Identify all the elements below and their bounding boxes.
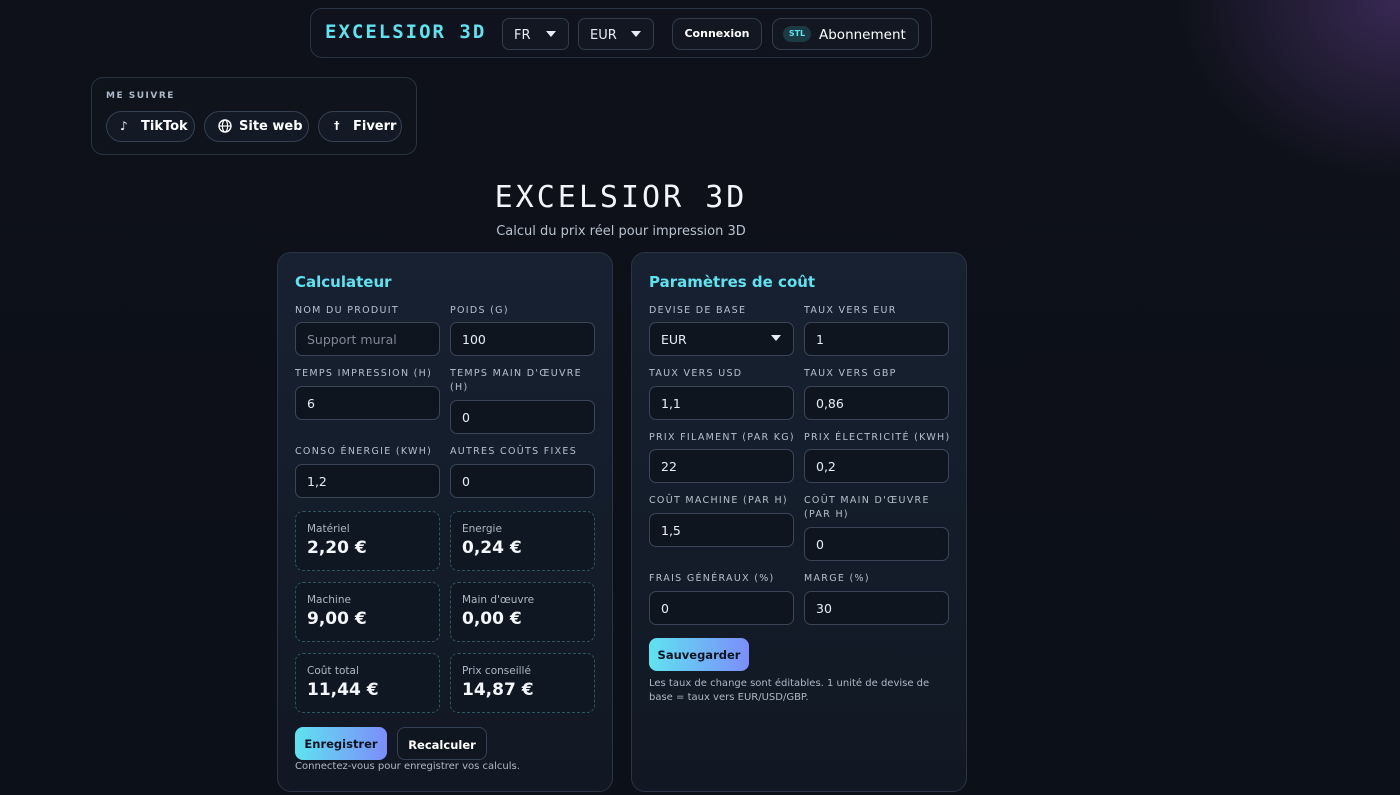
- labor-cost-input[interactable]: 0: [804, 527, 949, 561]
- overhead-input[interactable]: 0: [649, 591, 794, 625]
- filament-price-input[interactable]: 22: [649, 449, 794, 483]
- fiverr-label: Fiverr: [353, 119, 397, 134]
- rate-usd-input[interactable]: 1,1: [649, 386, 794, 420]
- result-value: 2,20 €: [307, 538, 367, 558]
- save-settings-button[interactable]: Sauvegarder: [649, 638, 749, 671]
- result-suggested-price: Prix conseillé 14,87 €: [450, 653, 595, 713]
- chevron-down-icon: [631, 31, 641, 37]
- result-label: Machine: [307, 594, 351, 606]
- electricity-price-label: PRIX ÉLECTRICITÉ (KWH): [804, 432, 951, 443]
- recalculate-button[interactable]: Recalculer: [397, 727, 487, 760]
- result-machine: Machine 9,00 €: [295, 582, 440, 642]
- rate-gbp-label: TAUX VERS GBP: [804, 368, 897, 379]
- fiverr-link[interactable]: † Fiverr: [318, 111, 402, 142]
- top-navbar: EXCELSIOR 3D FR EUR Connexion STL Abonne…: [310, 8, 932, 58]
- tiktok-label: TikTok: [141, 119, 188, 134]
- result-value: 0,24 €: [462, 538, 522, 558]
- print-time-label: TEMPS IMPRESSION (H): [295, 368, 433, 379]
- result-value: 14,87 €: [462, 680, 534, 700]
- machine-cost-label: COÛT MACHINE (PAR H): [649, 495, 788, 506]
- rate-gbp-input[interactable]: 0,86: [804, 386, 949, 420]
- globe-icon: [218, 119, 232, 136]
- calculator-title: Calculateur: [295, 273, 392, 291]
- margin-label: MARGE (%): [804, 573, 870, 584]
- subscription-label: Abonnement: [819, 27, 906, 43]
- rate-eur-input[interactable]: 1: [804, 322, 949, 356]
- labor-time-label: TEMPS MAIN D'ŒUVRE (H): [450, 368, 582, 393]
- print-time-input[interactable]: 6: [295, 386, 440, 420]
- result-total-cost: Coût total 11,44 €: [295, 653, 440, 713]
- language-select-value: FR: [514, 28, 531, 43]
- base-currency-value: EUR: [661, 332, 687, 347]
- cost-settings-card: Paramètres de coût DEVISE DE BASE EUR TA…: [631, 252, 967, 792]
- product-name-input[interactable]: Support mural: [295, 322, 440, 356]
- currency-select[interactable]: EUR: [578, 18, 654, 50]
- rate-usd-label: TAUX VERS USD: [649, 368, 743, 379]
- tiktok-link[interactable]: ♪ TikTok: [106, 111, 195, 142]
- page-title: EXCELSIOR 3D: [494, 180, 748, 215]
- energy-input[interactable]: 1,2: [295, 464, 440, 498]
- currency-select-value: EUR: [590, 28, 617, 43]
- rate-eur-label: TAUX VERS EUR: [804, 305, 897, 316]
- exchange-rate-note: Les taux de change sont éditables. 1 uni…: [649, 678, 930, 703]
- base-currency-select[interactable]: EUR: [649, 322, 794, 356]
- settings-title: Paramètres de coût: [649, 273, 816, 291]
- result-label: Prix conseillé: [462, 665, 531, 677]
- result-labor: Main d'œuvre 0,00 €: [450, 582, 595, 642]
- filament-price-label: PRIX FILAMENT (PAR KG): [649, 432, 795, 443]
- brand-logo[interactable]: EXCELSIOR 3D: [325, 21, 486, 43]
- result-value: 0,00 €: [462, 609, 522, 629]
- weight-input[interactable]: 100: [450, 322, 595, 356]
- website-link[interactable]: Site web: [204, 111, 309, 142]
- other-fixed-label: AUTRES COÛTS FIXES: [450, 446, 578, 457]
- overhead-label: FRAIS GÉNÉRAUX (%): [649, 573, 775, 584]
- weight-label: POIDS (G): [450, 305, 509, 316]
- other-fixed-input[interactable]: 0: [450, 464, 595, 498]
- energy-label: CONSO ÉNERGIE (KWH): [295, 446, 433, 457]
- website-label: Site web: [239, 119, 303, 134]
- result-label: Energie: [462, 523, 502, 535]
- result-label: Coût total: [307, 665, 359, 677]
- product-name-label: NOM DU PRODUIT: [295, 305, 399, 316]
- result-value: 9,00 €: [307, 609, 367, 629]
- follow-panel: ME SUIVRE ♪ TikTok Site web † Fiverr: [91, 77, 417, 155]
- result-value: 11,44 €: [307, 680, 379, 700]
- labor-cost-label: COÛT MAIN D'ŒUVRE (PAR H): [804, 495, 930, 520]
- fiverr-icon: †: [334, 119, 340, 132]
- page-subtitle: Calcul du prix réel pour impression 3D: [496, 224, 746, 239]
- machine-cost-input[interactable]: 1,5: [649, 513, 794, 547]
- chevron-down-icon: [771, 335, 781, 341]
- stl-badge: STL: [783, 26, 811, 42]
- result-material: Matériel 2,20 €: [295, 511, 440, 571]
- labor-time-input[interactable]: 0: [450, 400, 595, 434]
- electricity-price-input[interactable]: 0,2: [804, 449, 949, 483]
- chevron-down-icon: [546, 31, 556, 37]
- result-energy: Energie 0,24 €: [450, 511, 595, 571]
- login-button[interactable]: Connexion: [672, 18, 762, 50]
- subscription-button[interactable]: STL Abonnement: [772, 18, 919, 50]
- margin-input[interactable]: 30: [804, 591, 949, 625]
- login-hint: Connectez-vous pour enregistrer vos calc…: [295, 761, 520, 772]
- result-label: Main d'œuvre: [462, 594, 535, 606]
- base-currency-label: DEVISE DE BASE: [649, 305, 747, 316]
- follow-title: ME SUIVRE: [106, 91, 175, 101]
- result-label: Matériel: [307, 523, 350, 535]
- tiktok-icon: ♪: [120, 119, 128, 133]
- calculator-card: Calculateur NOM DU PRODUIT Support mural…: [277, 252, 613, 792]
- language-select[interactable]: FR: [502, 18, 569, 50]
- save-calculation-button[interactable]: Enregistrer: [295, 727, 387, 760]
